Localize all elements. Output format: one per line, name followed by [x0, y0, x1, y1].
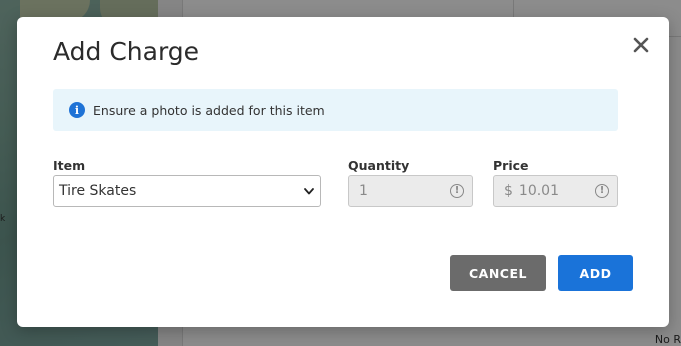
price-field[interactable]: $ 10.01 !: [493, 175, 618, 207]
info-message: Ensure a photo is added for this item: [93, 102, 325, 118]
close-icon: [633, 37, 649, 53]
price-label: Price: [493, 158, 529, 173]
dialog-title: Add Charge: [53, 37, 200, 66]
info-icon: i: [69, 102, 85, 118]
add-button[interactable]: ADD: [558, 255, 633, 291]
close-button[interactable]: [629, 33, 653, 57]
quantity-field[interactable]: 1 !: [348, 175, 473, 207]
item-select[interactable]: Tire Skates: [53, 175, 321, 207]
quantity-label: Quantity: [348, 158, 410, 173]
info-banner: i Ensure a photo is added for this item: [53, 89, 618, 131]
item-label: Item: [53, 158, 86, 173]
quantity-value: 1: [359, 183, 368, 199]
chevron-down-icon: [304, 187, 314, 194]
cancel-button[interactable]: CANCEL: [450, 255, 546, 291]
add-charge-dialog: Add Charge i Ensure a photo is added for…: [17, 17, 669, 327]
exclamation-circle-icon: !: [595, 184, 609, 198]
price-value: 10.01: [518, 183, 560, 199]
exclamation-circle-icon: !: [450, 184, 464, 198]
item-select-value: Tire Skates: [59, 183, 137, 199]
currency-symbol: $: [504, 183, 513, 199]
